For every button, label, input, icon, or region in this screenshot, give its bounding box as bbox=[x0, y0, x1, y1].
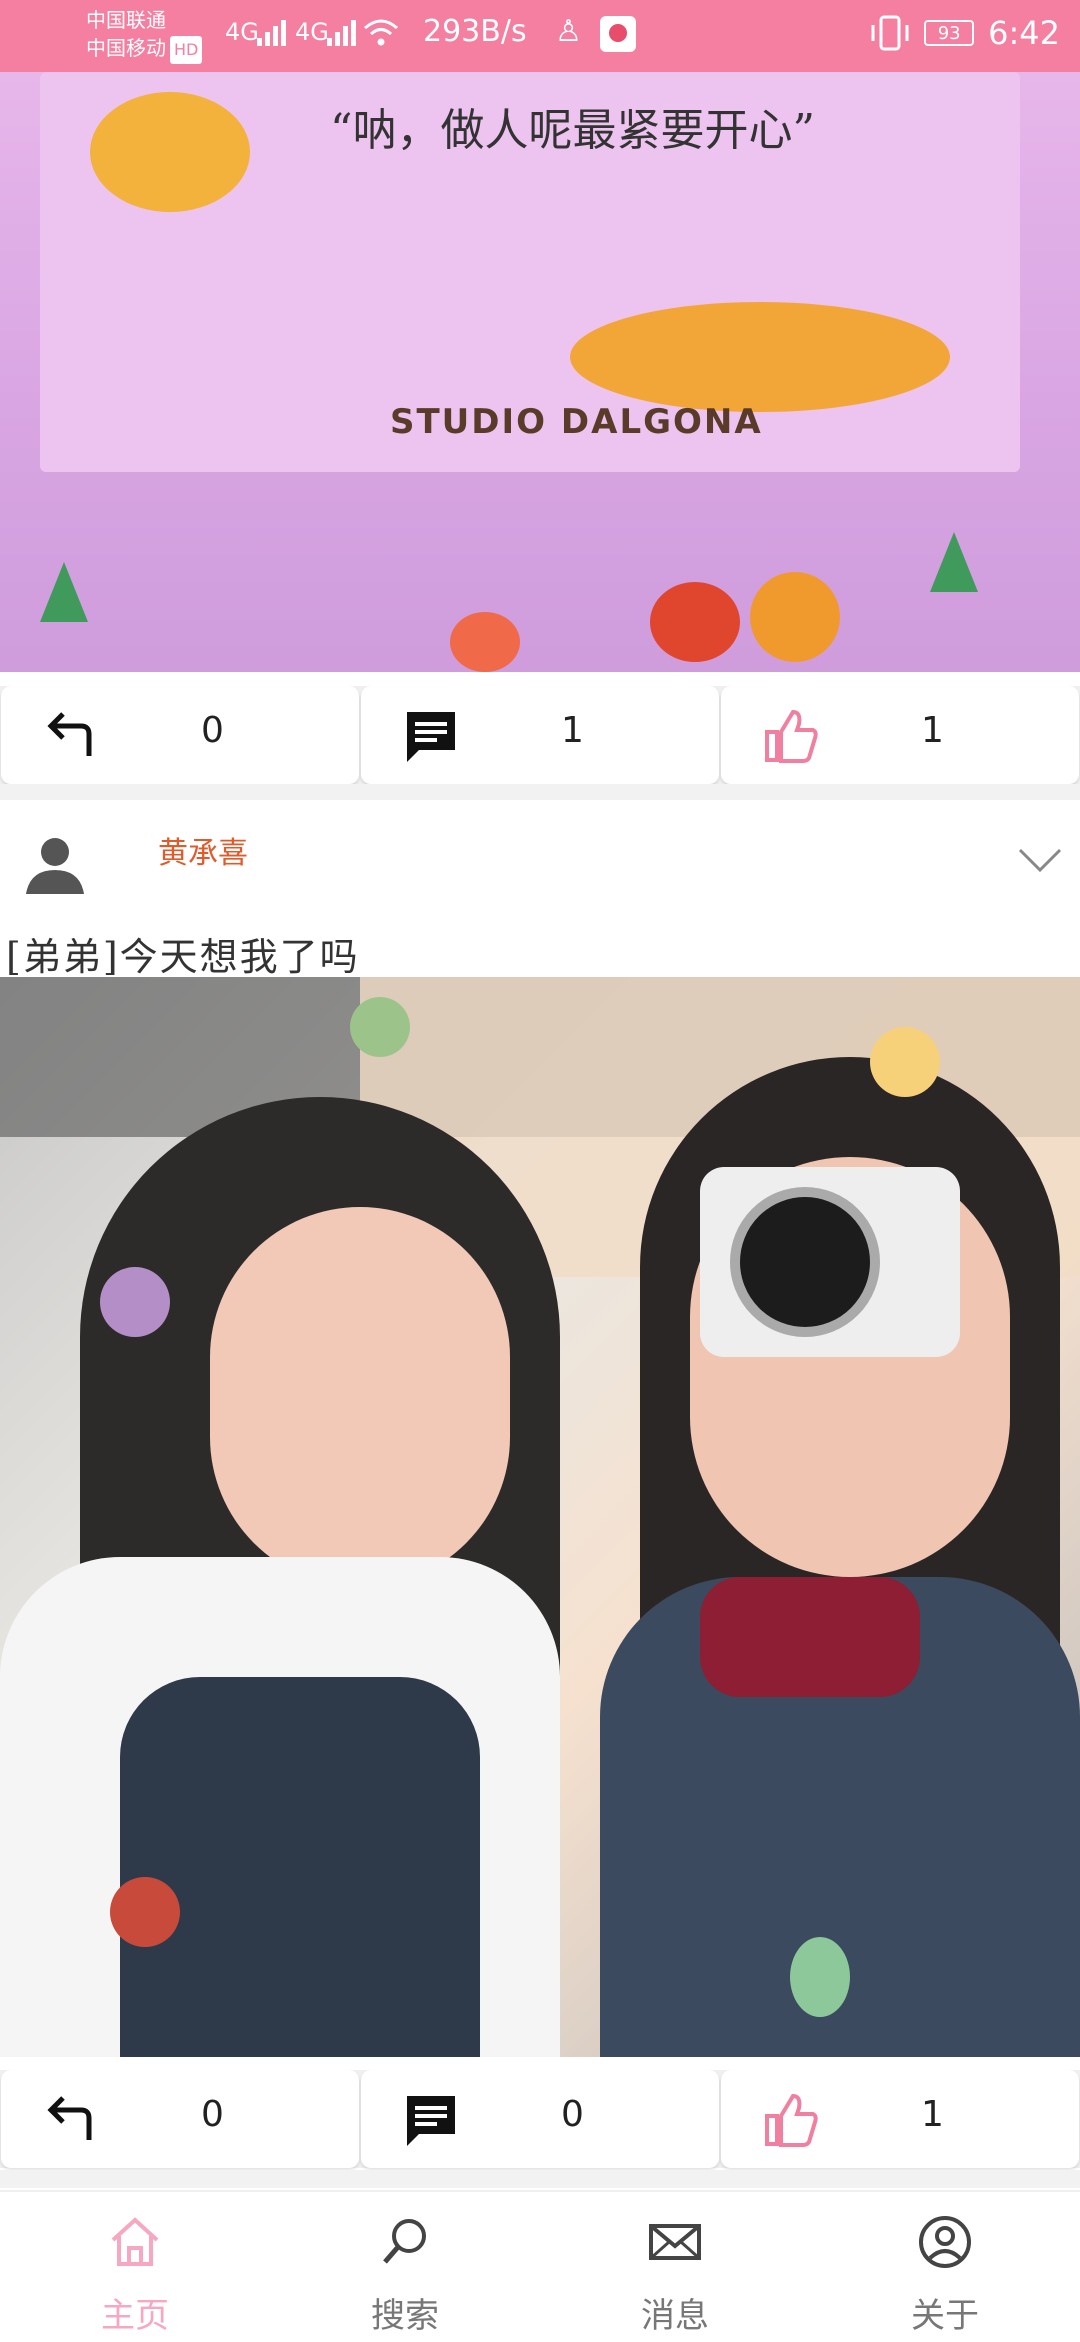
wifi-icon bbox=[364, 19, 398, 46]
post-image[interactable] bbox=[0, 977, 1080, 2057]
comment-count: 1 bbox=[561, 710, 584, 751]
photo-sticker bbox=[350, 997, 410, 1057]
carrier-2: 中国移动 bbox=[86, 36, 166, 60]
image-card: “呐，做人呢最紧要开心” STUDIO DALGONA bbox=[40, 72, 1020, 472]
photo-person-left-face bbox=[210, 1207, 510, 1587]
app-notification-icon bbox=[600, 16, 636, 52]
illustration-shape bbox=[930, 532, 978, 592]
mail-icon bbox=[649, 2224, 701, 2260]
nav-about[interactable]: 关于 bbox=[810, 2192, 1080, 2342]
author-name[interactable]: 黄承喜 bbox=[158, 828, 248, 872]
comment-icon bbox=[407, 2096, 455, 2146]
photo-person-left-dress bbox=[120, 1677, 480, 2057]
like-count: 1 bbox=[921, 2094, 944, 2135]
comment-button[interactable]: 1 bbox=[361, 686, 719, 784]
status-bar: 中国联通 中国移动 HD 4G 4G 293B/s ♙ 93 6:42 bbox=[0, 0, 1080, 72]
illustration-shape bbox=[570, 302, 950, 412]
photo-sticker bbox=[100, 1267, 170, 1337]
nav-home[interactable]: 主页 bbox=[0, 2192, 270, 2342]
qq-icon: ♙ bbox=[555, 14, 582, 49]
repost-button[interactable]: 0 bbox=[1, 2070, 359, 2168]
clock: 6:42 bbox=[988, 14, 1060, 52]
like-button[interactable]: 1 bbox=[721, 2070, 1079, 2168]
illustration-shape bbox=[450, 612, 520, 672]
user-circle-icon bbox=[919, 2216, 971, 2268]
like-count: 1 bbox=[921, 710, 944, 751]
comment-button[interactable]: 0 bbox=[361, 2070, 719, 2168]
nav-search-label: 搜索 bbox=[371, 2296, 439, 2336]
repost-icon bbox=[47, 712, 92, 756]
illustration-shape bbox=[650, 582, 740, 662]
divider bbox=[0, 2170, 1080, 2188]
photo-bow bbox=[700, 1577, 920, 1697]
photo-sticker bbox=[110, 1877, 180, 1947]
post-actions: 0 1 1 bbox=[0, 686, 1080, 784]
thumbs-up-icon bbox=[765, 2093, 818, 2147]
repost-button[interactable]: 0 bbox=[1, 686, 359, 784]
hd-badge: HD bbox=[170, 36, 203, 64]
nav-home-label: 主页 bbox=[101, 2296, 169, 2336]
vibrate-icon bbox=[871, 15, 909, 51]
chevron-down-icon[interactable] bbox=[1018, 848, 1062, 872]
nav-search[interactable]: 搜索 bbox=[270, 2192, 540, 2342]
nav-messages-label: 消息 bbox=[641, 2296, 709, 2336]
repost-count: 0 bbox=[201, 710, 224, 751]
network-speed: 293B/s bbox=[423, 14, 527, 49]
comment-icon bbox=[407, 712, 455, 762]
home-icon bbox=[111, 2217, 159, 2266]
signal-bars-icon bbox=[257, 20, 286, 46]
like-button[interactable]: 1 bbox=[721, 686, 1079, 784]
photo-camera-lens bbox=[730, 1187, 880, 1337]
avatar[interactable] bbox=[20, 830, 90, 900]
repost-icon bbox=[47, 2096, 92, 2140]
post-image[interactable]: “呐，做人呢最紧要开心” STUDIO DALGONA bbox=[0, 72, 1080, 672]
photo-sticker bbox=[790, 1937, 850, 2017]
illustration-shape bbox=[40, 562, 88, 622]
battery-indicator: 93 bbox=[924, 20, 975, 46]
image-quote-text: “呐，做人呢最紧要开心” bbox=[330, 105, 815, 156]
image-studio-text: STUDIO DALGONA bbox=[390, 402, 763, 442]
photo-sticker bbox=[870, 1027, 940, 1097]
carrier-1: 中国联通 bbox=[86, 8, 166, 32]
post-actions: 0 0 1 bbox=[0, 2070, 1080, 2168]
carrier-info: 中国联通 中国移动 HD bbox=[86, 6, 203, 64]
post-text: [弟弟]今天想我了吗 bbox=[6, 935, 360, 979]
illustration-shape bbox=[750, 572, 840, 662]
nav-about-label: 关于 bbox=[911, 2296, 979, 2336]
signal-bars-icon bbox=[327, 20, 356, 46]
illustration-shape bbox=[90, 92, 250, 212]
comment-count: 0 bbox=[561, 2094, 584, 2135]
nav-messages[interactable]: 消息 bbox=[540, 2192, 810, 2342]
signal-4g-1: 4G bbox=[225, 18, 259, 46]
search-icon bbox=[383, 2219, 426, 2264]
signal-4g-2: 4G bbox=[295, 18, 329, 46]
bottom-navigation: 主页 搜索 消息 关于 bbox=[0, 2190, 1080, 2342]
repost-count: 0 bbox=[201, 2094, 224, 2135]
thumbs-up-icon bbox=[765, 709, 818, 763]
